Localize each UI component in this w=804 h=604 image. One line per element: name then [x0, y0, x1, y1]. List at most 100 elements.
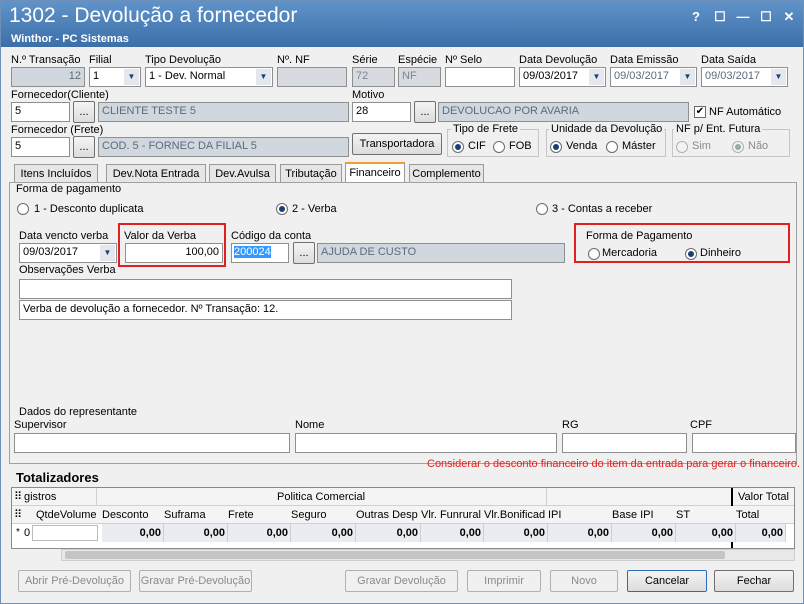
- grid-col-header[interactable]: Outras Desp: [356, 509, 418, 521]
- data-vencto-field[interactable]: 09/03/2017 ▼: [19, 243, 117, 263]
- observacoes-text-field[interactable]: Verba de devolução a fornecedor. Nº Tran…: [19, 300, 512, 320]
- minimize-icon[interactable]: —: [734, 9, 752, 25]
- cif-radio[interactable]: [452, 141, 464, 153]
- grid-cell[interactable]: 0,00: [736, 524, 786, 542]
- codigo-conta-search-button[interactable]: ...: [293, 242, 315, 264]
- grid-cell[interactable]: 0,00: [291, 524, 356, 542]
- cell-registros[interactable]: 0: [24, 525, 32, 541]
- fornecedor-frete-search-button[interactable]: ...: [73, 136, 95, 158]
- grid-cell[interactable]: 0,00: [548, 524, 612, 542]
- motivo-search-button[interactable]: ...: [414, 101, 436, 123]
- motivo-code[interactable]: 28: [352, 102, 411, 122]
- gravar-devolucao-button[interactable]: Gravar Devolução: [345, 570, 458, 592]
- cif-label: CIF: [468, 140, 486, 152]
- tab-tributacao[interactable]: Tributação: [280, 164, 342, 183]
- grid-col-header[interactable]: Frete: [228, 509, 290, 521]
- title-bar: 1302 - Devolução a fornecedor Winthor - …: [1, 1, 803, 47]
- tab-complemento[interactable]: Complemento: [409, 164, 484, 183]
- venda-radio[interactable]: [550, 141, 562, 153]
- grid-cell[interactable]: 0,00: [612, 524, 676, 542]
- maximize-icon[interactable]: ☐: [757, 9, 775, 25]
- grid-menu-icon[interactable]: ⠿: [14, 490, 22, 503]
- filial-select[interactable]: 1 ▼: [89, 67, 141, 87]
- grid-group-valor-total: Valor Total: [738, 491, 789, 503]
- dinheiro-radio[interactable]: [685, 248, 697, 260]
- transportadora-button[interactable]: Transportadora: [352, 133, 442, 155]
- grid-cell[interactable]: 0,00: [356, 524, 421, 542]
- grid-col-header[interactable]: Desconto: [102, 509, 162, 521]
- supervisor-field[interactable]: [14, 433, 290, 453]
- gravar-pre-devolucao-button[interactable]: Gravar Pré-Devolução: [139, 570, 252, 592]
- selo-label: Nº Selo: [445, 54, 483, 66]
- chevron-down-icon: ▼: [100, 245, 115, 261]
- imprimir-button[interactable]: Imprimir: [467, 570, 541, 592]
- contas-receber-radio[interactable]: [536, 203, 548, 215]
- motivo-label: Motivo: [352, 89, 385, 101]
- nao-radio: [732, 141, 744, 153]
- dinheiro-label: Dinheiro: [700, 247, 741, 259]
- nf-entrega-futura-label: NF p/ Ent. Futura: [674, 123, 763, 135]
- grid-col-header[interactable]: Suframa: [164, 509, 226, 521]
- fob-radio[interactable]: [493, 141, 505, 153]
- window-subtitle: Winthor - PC Sistemas: [11, 33, 129, 45]
- totalizadores-grid[interactable]: ⠿ gistros Politica Comercial Valor Total…: [11, 487, 795, 549]
- master-radio[interactable]: [606, 141, 618, 153]
- desconto-duplicata-label: 1 - Desconto duplicata: [34, 203, 144, 215]
- nf-automatico-checkbox[interactable]: ✔: [694, 106, 706, 118]
- grid-cell[interactable]: 0,00: [676, 524, 736, 542]
- grid-cell[interactable]: 0,00: [102, 524, 164, 542]
- cancelar-button[interactable]: Cancelar: [627, 570, 707, 592]
- valor-verba-field[interactable]: 100,00: [125, 243, 223, 263]
- verba-radio[interactable]: [276, 203, 288, 215]
- nome-field[interactable]: [295, 433, 557, 453]
- grid-column-menu-icon[interactable]: ⠿: [14, 508, 22, 521]
- tab-financeiro[interactable]: Financeiro: [345, 162, 405, 183]
- tab-itens-incluidos[interactable]: Itens Incluídos: [14, 164, 98, 183]
- scrollbar-thumb[interactable]: [65, 551, 725, 559]
- cpf-field[interactable]: [692, 433, 796, 453]
- grid-col-header[interactable]: Vlr.Bonificad: [484, 509, 546, 521]
- abrir-pre-devolucao-button[interactable]: Abrir Pré-Devolução: [18, 570, 131, 592]
- fornecedor-cliente-search-button[interactable]: ...: [73, 101, 95, 123]
- grid-col-header[interactable]: Base IPI: [612, 509, 674, 521]
- observacoes-field[interactable]: [19, 279, 512, 299]
- main-window: 1302 - Devolução a fornecedor Winthor - …: [0, 0, 804, 604]
- mercadoria-label: Mercadoria: [602, 247, 658, 259]
- data-devolucao-field[interactable]: 09/03/2017 ▼: [519, 67, 606, 87]
- grid-col-header[interactable]: ST: [676, 509, 720, 521]
- tipo-devolucao-select[interactable]: 1 - Dev. Normal ▼: [145, 67, 273, 87]
- grid-col-header[interactable]: IPI: [548, 509, 610, 521]
- novo-button[interactable]: Novo: [550, 570, 618, 592]
- help-icon[interactable]: ?: [687, 9, 705, 25]
- tab-dev-nota-entrada[interactable]: Dev.Nota Entrada: [106, 164, 206, 183]
- grid-col-header[interactable]: Total: [736, 509, 786, 521]
- fornecedor-frete-code[interactable]: 5: [11, 137, 70, 157]
- grid-col-header[interactable]: Vlr. Funrural: [421, 509, 483, 521]
- grid-cell[interactable]: 0,00: [421, 524, 484, 542]
- motivo-name: DEVOLUCAO POR AVARIA: [438, 102, 689, 122]
- grid-cell[interactable]: 0,00: [228, 524, 291, 542]
- cpf-label: CPF: [690, 419, 712, 431]
- grid-cell[interactable]: 0,00: [164, 524, 228, 542]
- chevron-down-icon: ▼: [589, 69, 604, 85]
- fechar-button[interactable]: Fechar: [714, 570, 794, 592]
- grid-col-header[interactable]: QtdeVolume: [36, 509, 98, 521]
- nome-label: Nome: [295, 419, 325, 431]
- serie-label: Série: [352, 54, 378, 66]
- grid-group-registros: gistros: [24, 491, 57, 503]
- mercadoria-radio[interactable]: [588, 248, 600, 260]
- grid-cell[interactable]: 0,00: [484, 524, 548, 542]
- selo-field[interactable]: [445, 67, 515, 87]
- grid-col-header[interactable]: Seguro: [291, 509, 353, 521]
- transacao-field: 12: [11, 67, 85, 87]
- codigo-conta-field[interactable]: 200024: [231, 243, 289, 263]
- desconto-duplicata-radio[interactable]: [17, 203, 29, 215]
- fornecedor-cliente-code[interactable]: 5: [11, 102, 70, 122]
- data-vencto-label: Data vencto verba: [19, 230, 109, 242]
- tab-dev-avulsa[interactable]: Dev.Avulsa: [209, 164, 276, 183]
- edit-icon[interactable]: ☐: [711, 9, 729, 25]
- close-icon[interactable]: ✕: [780, 9, 798, 25]
- cell-qtdevolume[interactable]: [32, 525, 98, 541]
- rg-field[interactable]: [562, 433, 687, 453]
- fornecedor-frete-label: Fornecedor (Frete): [11, 124, 104, 136]
